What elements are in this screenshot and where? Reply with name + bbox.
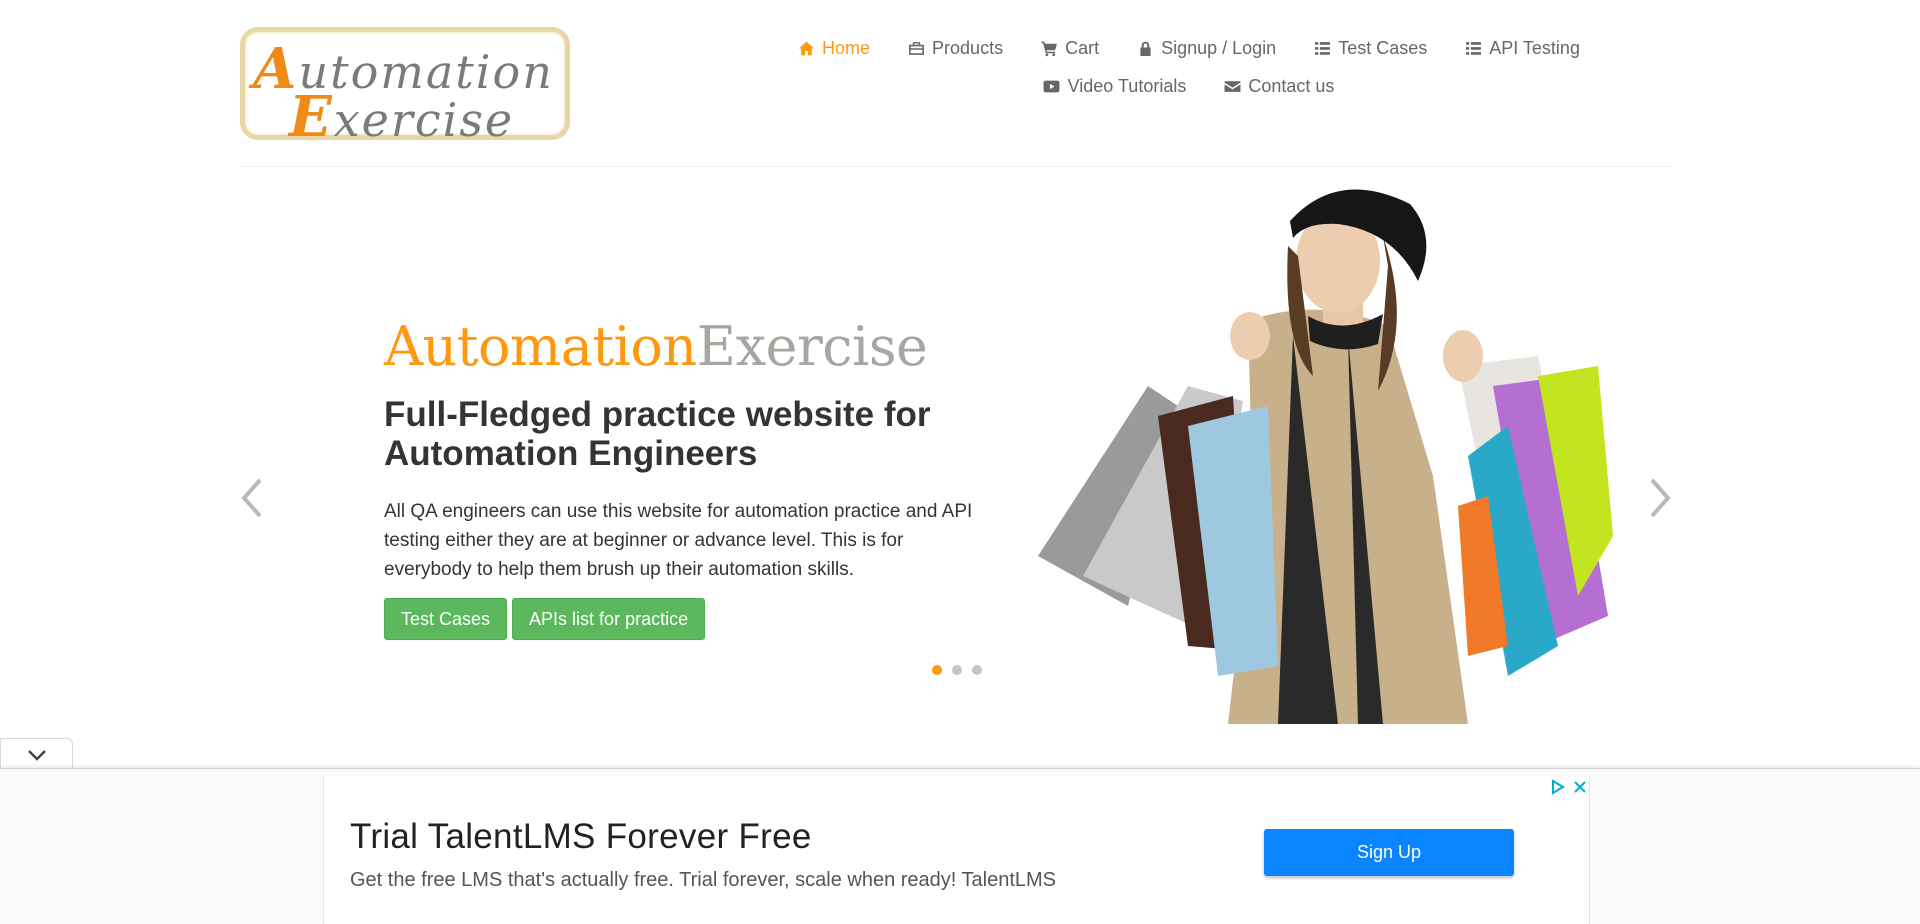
nav-home[interactable]: Home xyxy=(778,36,888,61)
briefcase-icon xyxy=(906,40,926,58)
cart-icon xyxy=(1039,40,1059,58)
hero-brand-heading: AutomationExercise xyxy=(384,315,928,378)
home-icon xyxy=(796,40,816,58)
carousel-dot-2[interactable] xyxy=(950,663,964,677)
nav-products[interactable]: Products xyxy=(888,36,1021,61)
carousel-indicators xyxy=(930,663,984,677)
list-icon xyxy=(1463,40,1483,58)
nav-cart[interactable]: Cart xyxy=(1021,36,1117,61)
ad-description: Get the free LMS that's actually free. T… xyxy=(350,869,1057,891)
nav-test-cases[interactable]: Test Cases xyxy=(1294,36,1445,61)
hero-title: Full-Fledged practice website for Automa… xyxy=(384,395,931,473)
logo-line-2: Exercise xyxy=(289,84,515,150)
list-icon xyxy=(1312,40,1332,58)
ad-choices xyxy=(1550,779,1588,795)
hero-buttons: Test Cases APIs list for practice xyxy=(384,598,1004,640)
nav-api-testing[interactable]: API Testing xyxy=(1445,36,1598,61)
site-header: Automation Exercise Home Products Cart S… xyxy=(238,0,1674,167)
nav-row-2: Video Tutorials Contact us xyxy=(748,74,1628,99)
chevron-right-icon xyxy=(1650,478,1671,518)
chevron-left-icon xyxy=(241,478,262,518)
carousel-dot-1[interactable] xyxy=(930,663,944,677)
close-icon[interactable] xyxy=(1572,779,1588,795)
lock-icon xyxy=(1135,40,1155,58)
nav-row-1: Home Products Cart Signup / Login Test C… xyxy=(748,36,1628,61)
ad-title[interactable]: Trial TalentLMS Forever Free xyxy=(350,817,812,857)
carousel-prev-button[interactable] xyxy=(234,468,274,528)
hero-text-block: AutomationExercise Full-Fledged practice… xyxy=(384,315,1004,640)
chevron-down-icon xyxy=(27,749,46,761)
ad-signup-button[interactable]: Sign Up xyxy=(1264,829,1514,876)
nav-contact-us[interactable]: Contact us xyxy=(1204,74,1352,99)
ad-banner: Trial TalentLMS Forever Free Get the fre… xyxy=(0,768,1920,924)
ad-collapse-toggle[interactable] xyxy=(0,738,73,770)
apis-list-button[interactable]: APIs list for practice xyxy=(512,598,706,640)
site-logo[interactable]: Automation Exercise xyxy=(240,27,570,150)
ad-content[interactable]: Trial TalentLMS Forever Free Get the fre… xyxy=(323,777,1590,924)
carousel-dot-3[interactable] xyxy=(970,663,984,677)
adchoices-icon[interactable] xyxy=(1550,779,1566,795)
nav-signup-login[interactable]: Signup / Login xyxy=(1117,36,1294,61)
nav-video-tutorials[interactable]: Video Tutorials xyxy=(1024,74,1205,99)
hero-description: All QA engineers can use this website fo… xyxy=(384,501,973,580)
hero-image-woman-shopping-bags xyxy=(1038,189,1613,724)
youtube-play-icon xyxy=(1042,78,1062,96)
main-nav: Home Products Cart Signup / Login Test C… xyxy=(748,36,1628,99)
carousel-next-button[interactable] xyxy=(1638,468,1678,528)
envelope-icon xyxy=(1222,78,1242,96)
test-cases-button[interactable]: Test Cases xyxy=(384,598,508,640)
hero-carousel: AutomationExercise Full-Fledged practice… xyxy=(238,168,1674,728)
